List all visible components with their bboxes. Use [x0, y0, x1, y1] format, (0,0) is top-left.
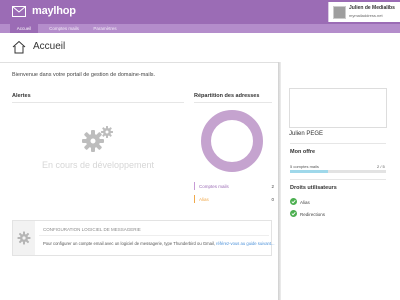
- rights-title: Droits utilisateurs: [290, 185, 337, 191]
- profile-picture-placeholder: [289, 88, 387, 128]
- tab-comptes-mails[interactable]: Comptes mails: [44, 24, 84, 33]
- offer-progress-fill: [290, 170, 329, 173]
- legend-item-comptes-mails: Comptes mails 2: [194, 182, 274, 190]
- offer-label: 5 comptes mails: [290, 164, 319, 169]
- top-bar: maylhop Julien de Medialibs mymailaddres…: [0, 0, 400, 24]
- envelope-icon: [12, 6, 26, 17]
- alerts-title: Alertes: [12, 93, 31, 99]
- distribution-donut-chart: [201, 110, 263, 172]
- profile-divider: [290, 143, 386, 144]
- legend-swatch: [194, 182, 195, 190]
- legend-item-alias: Alias 0: [194, 195, 274, 203]
- config-divider: [39, 235, 269, 236]
- mail-config-panel: CONFIGURATION LOGICIEL DE MESSAGERIE Pou…: [12, 220, 275, 256]
- user-email: mymailaddress.net: [349, 13, 383, 18]
- profile-name: Julien PEGE: [289, 131, 324, 137]
- right-sidebar: Julien PEGE Mon offre 5 comptes mails 2 …: [281, 62, 400, 300]
- offer-divider: [290, 179, 386, 180]
- rights-label: Redirections: [300, 211, 326, 217]
- rights-label: Alias: [300, 199, 310, 205]
- legend-value: 0: [271, 196, 274, 202]
- app-logo-text[interactable]: maylhop: [32, 5, 76, 17]
- config-title: CONFIGURATION LOGICIEL DE MESSAGERIE: [43, 227, 141, 232]
- gear-icon: [17, 231, 31, 245]
- page-title: Accueil: [33, 41, 66, 52]
- offer-count: 2 / 5: [377, 164, 385, 169]
- tab-accueil[interactable]: Accueil: [10, 24, 38, 33]
- legend-label: Comptes mails: [199, 183, 229, 189]
- config-text: Pour configurer un compte email avec un …: [43, 241, 215, 246]
- check-circle-icon: [290, 210, 297, 217]
- config-description: Pour configurer un compte email avec un …: [43, 241, 275, 246]
- home-icon: [12, 40, 26, 54]
- main-content: Bienvenue dans votre portail de gestion …: [0, 62, 278, 300]
- distribution-title: Répartition des adresses: [194, 93, 260, 99]
- alerts-divider: [12, 102, 184, 103]
- legend-swatch: [194, 195, 195, 203]
- avatar: [333, 6, 346, 19]
- page-header: Accueil: [0, 33, 400, 63]
- distribution-divider: [194, 102, 272, 103]
- development-placeholder: En cours de développement: [41, 160, 155, 170]
- offer-progress-bar: [290, 170, 386, 173]
- legend-label: Alias: [199, 196, 209, 202]
- user-name: Julien de Medialibs: [349, 5, 395, 11]
- config-guide-link[interactable]: référez-vous au guide suivant...: [216, 241, 274, 246]
- check-circle-icon: [290, 198, 297, 205]
- user-menu[interactable]: Julien de Medialibs mymailaddress.net: [328, 2, 400, 22]
- config-icon-area: [13, 221, 35, 255]
- donut-slice-comptes-mails: [201, 110, 263, 172]
- tab-parametres[interactable]: Paramètres: [88, 24, 122, 33]
- gears-icon: [82, 126, 113, 152]
- legend-value: 2: [271, 183, 274, 189]
- main-nav: Accueil Comptes mails Paramètres: [0, 24, 400, 33]
- welcome-text: Bienvenue dans votre portail de gestion …: [12, 72, 156, 78]
- offer-title: Mon offre: [290, 149, 316, 155]
